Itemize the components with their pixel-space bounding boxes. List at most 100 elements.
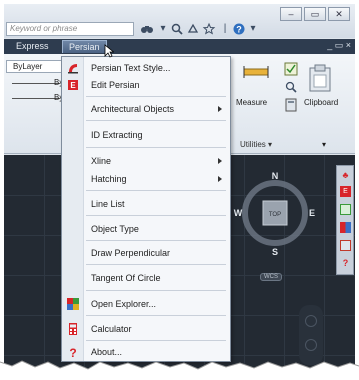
menu-separator [86, 315, 226, 316]
menu-item-xline[interactable]: Xline [62, 153, 230, 169]
select-similar-icon[interactable] [284, 80, 298, 94]
tab-express[interactable]: Express [10, 40, 55, 53]
menu-separator [86, 120, 226, 121]
mouse-cursor-icon [104, 44, 114, 58]
wcs-menu[interactable]: WCS [260, 273, 282, 281]
menu-item-label: Edit Persian [91, 80, 140, 90]
submenu-arrow-icon [218, 158, 222, 164]
menu-item-label: Tangent Of Circle [91, 273, 161, 283]
pan-icon[interactable] [305, 339, 317, 351]
menu-item-open-explorer[interactable]: Open Explorer... [62, 296, 230, 312]
menu-item-about[interactable]: ? About... [62, 344, 230, 360]
explorer-icon[interactable] [340, 204, 351, 215]
calculator-icon [69, 323, 77, 335]
binoculars-icon[interactable] [140, 22, 154, 36]
svg-text:?: ? [69, 346, 76, 358]
edit-persian-icon: E [68, 80, 78, 90]
search-icon[interactable] [170, 22, 184, 36]
layer-combo[interactable]: ByLayer [6, 60, 64, 73]
help-icon[interactable]: ? [232, 22, 246, 36]
clipboard-icon[interactable] [308, 64, 332, 92]
linetype-line [12, 83, 60, 84]
menu-item-persian-text-style[interactable]: Persian Text Style... [62, 60, 230, 76]
search-input[interactable]: Keyword or phrase [10, 24, 77, 33]
viewcube-top-face[interactable]: TOP [269, 212, 281, 218]
viewcube[interactable]: TOP N S E W [232, 169, 318, 261]
menu-item-label: About... [91, 347, 123, 357]
chevron-down-icon[interactable]: ▾ [156, 22, 170, 36]
menu-item-object-type[interactable]: Object Type [62, 221, 230, 237]
svg-text:E: E [70, 81, 76, 90]
menu-item-edit-persian[interactable]: E Edit Persian [62, 77, 230, 93]
submenu-arrow-icon [218, 176, 222, 182]
menu-item-architectural-objects[interactable]: Architectural Objects [62, 101, 230, 117]
edit-persian-icon[interactable]: E [340, 186, 351, 197]
menu-item-tangent-of-circle[interactable]: Tangent Of Circle [62, 270, 230, 286]
menu-item-label: Hatching [91, 174, 127, 184]
submenu-arrow-icon [218, 106, 222, 112]
chevron-down-icon[interactable]: ▾ [246, 22, 260, 36]
compass-north[interactable]: N [272, 171, 279, 181]
grid-line [324, 155, 325, 372]
calculator-small-icon[interactable] [284, 98, 298, 112]
menu-separator [86, 190, 226, 191]
quick-select-icon[interactable] [284, 62, 298, 76]
close-button[interactable]: ✕ [328, 7, 350, 21]
calculator-icon[interactable] [340, 240, 351, 251]
chevron-down-icon[interactable]: ▾ [322, 140, 326, 149]
clipboard-button[interactable]: Clipboard [304, 98, 338, 107]
compass-west[interactable]: W [234, 208, 243, 218]
torn-paper-edge [0, 360, 359, 380]
restore-button[interactable]: ▭ [304, 7, 326, 21]
menu-item-line-list[interactable]: Line List [62, 196, 230, 212]
autocad-window: Keyword or phrase ▾ | ? ▾ – ▭ ✕ Express … [4, 4, 355, 372]
menu-separator [86, 340, 226, 341]
menu-separator [86, 290, 226, 291]
menu-separator [86, 147, 226, 148]
tab-persian[interactable]: Persian [62, 40, 107, 53]
steering-wheel-icon[interactable] [305, 315, 317, 327]
menu-item-draw-perpendicular[interactable]: Draw Perpendicular [62, 245, 230, 261]
grid-line [44, 155, 45, 372]
menu-item-label: Architectural Objects [91, 104, 175, 114]
divider-icon: | [223, 23, 227, 34]
menu-item-label: Calculator [91, 324, 132, 334]
utilities-panel-label[interactable]: Utilities ▾ [240, 140, 272, 149]
persian-side-toolbar: ♣ E ? [336, 165, 354, 275]
title-bar: Keyword or phrase ▾ | ? ▾ – ▭ ✕ [4, 4, 355, 38]
explorer-icon [67, 298, 79, 310]
menu-item-label: Persian Text Style... [91, 63, 171, 73]
persian-dropdown-menu: Persian Text Style... E Edit Persian Arc… [61, 56, 231, 362]
measure-button[interactable]: Measure [236, 98, 267, 107]
lineweight-line [12, 98, 60, 99]
star-icon[interactable] [202, 22, 216, 36]
info-center-toolbar: ▾ | ? ▾ [138, 22, 268, 36]
menu-item-calculator[interactable]: Calculator [62, 321, 230, 337]
menu-item-label: Xline [91, 156, 112, 166]
search-box[interactable]: Keyword or phrase [6, 22, 134, 36]
menu-item-label: Draw Perpendicular [91, 248, 171, 258]
minimize-button[interactable]: – [280, 7, 302, 21]
measure-icon[interactable] [243, 64, 269, 80]
persian-text-style-icon[interactable]: ♣ [340, 170, 351, 181]
menu-item-label: Line List [91, 199, 125, 209]
about-icon[interactable]: ? [340, 258, 351, 269]
ribbon-tab-bar: Express Persian _ ▭ × [4, 39, 355, 54]
menu-separator [86, 96, 226, 97]
menu-item-id-extracting[interactable]: ID Extracting [62, 127, 230, 143]
menu-item-hatching[interactable]: Hatching [62, 171, 230, 187]
communication-icon[interactable] [186, 22, 200, 36]
open-explorer-icon[interactable] [340, 222, 351, 233]
navigation-bar[interactable] [299, 305, 323, 365]
compass-east[interactable]: E [309, 208, 315, 218]
menu-separator [86, 264, 226, 265]
menu-separator [86, 240, 226, 241]
menu-item-label: Open Explorer... [91, 299, 157, 309]
utilities-panel: Measure Utilities ▾ [230, 54, 304, 154]
compass-south[interactable]: S [272, 247, 278, 257]
ribbon-window-controls[interactable]: _ ▭ × [327, 40, 351, 51]
svg-text:?: ? [236, 25, 242, 35]
window-controls: – ▭ ✕ [280, 7, 354, 23]
persian-text-style-icon [68, 64, 78, 74]
menu-item-label: ID Extracting [91, 130, 143, 140]
